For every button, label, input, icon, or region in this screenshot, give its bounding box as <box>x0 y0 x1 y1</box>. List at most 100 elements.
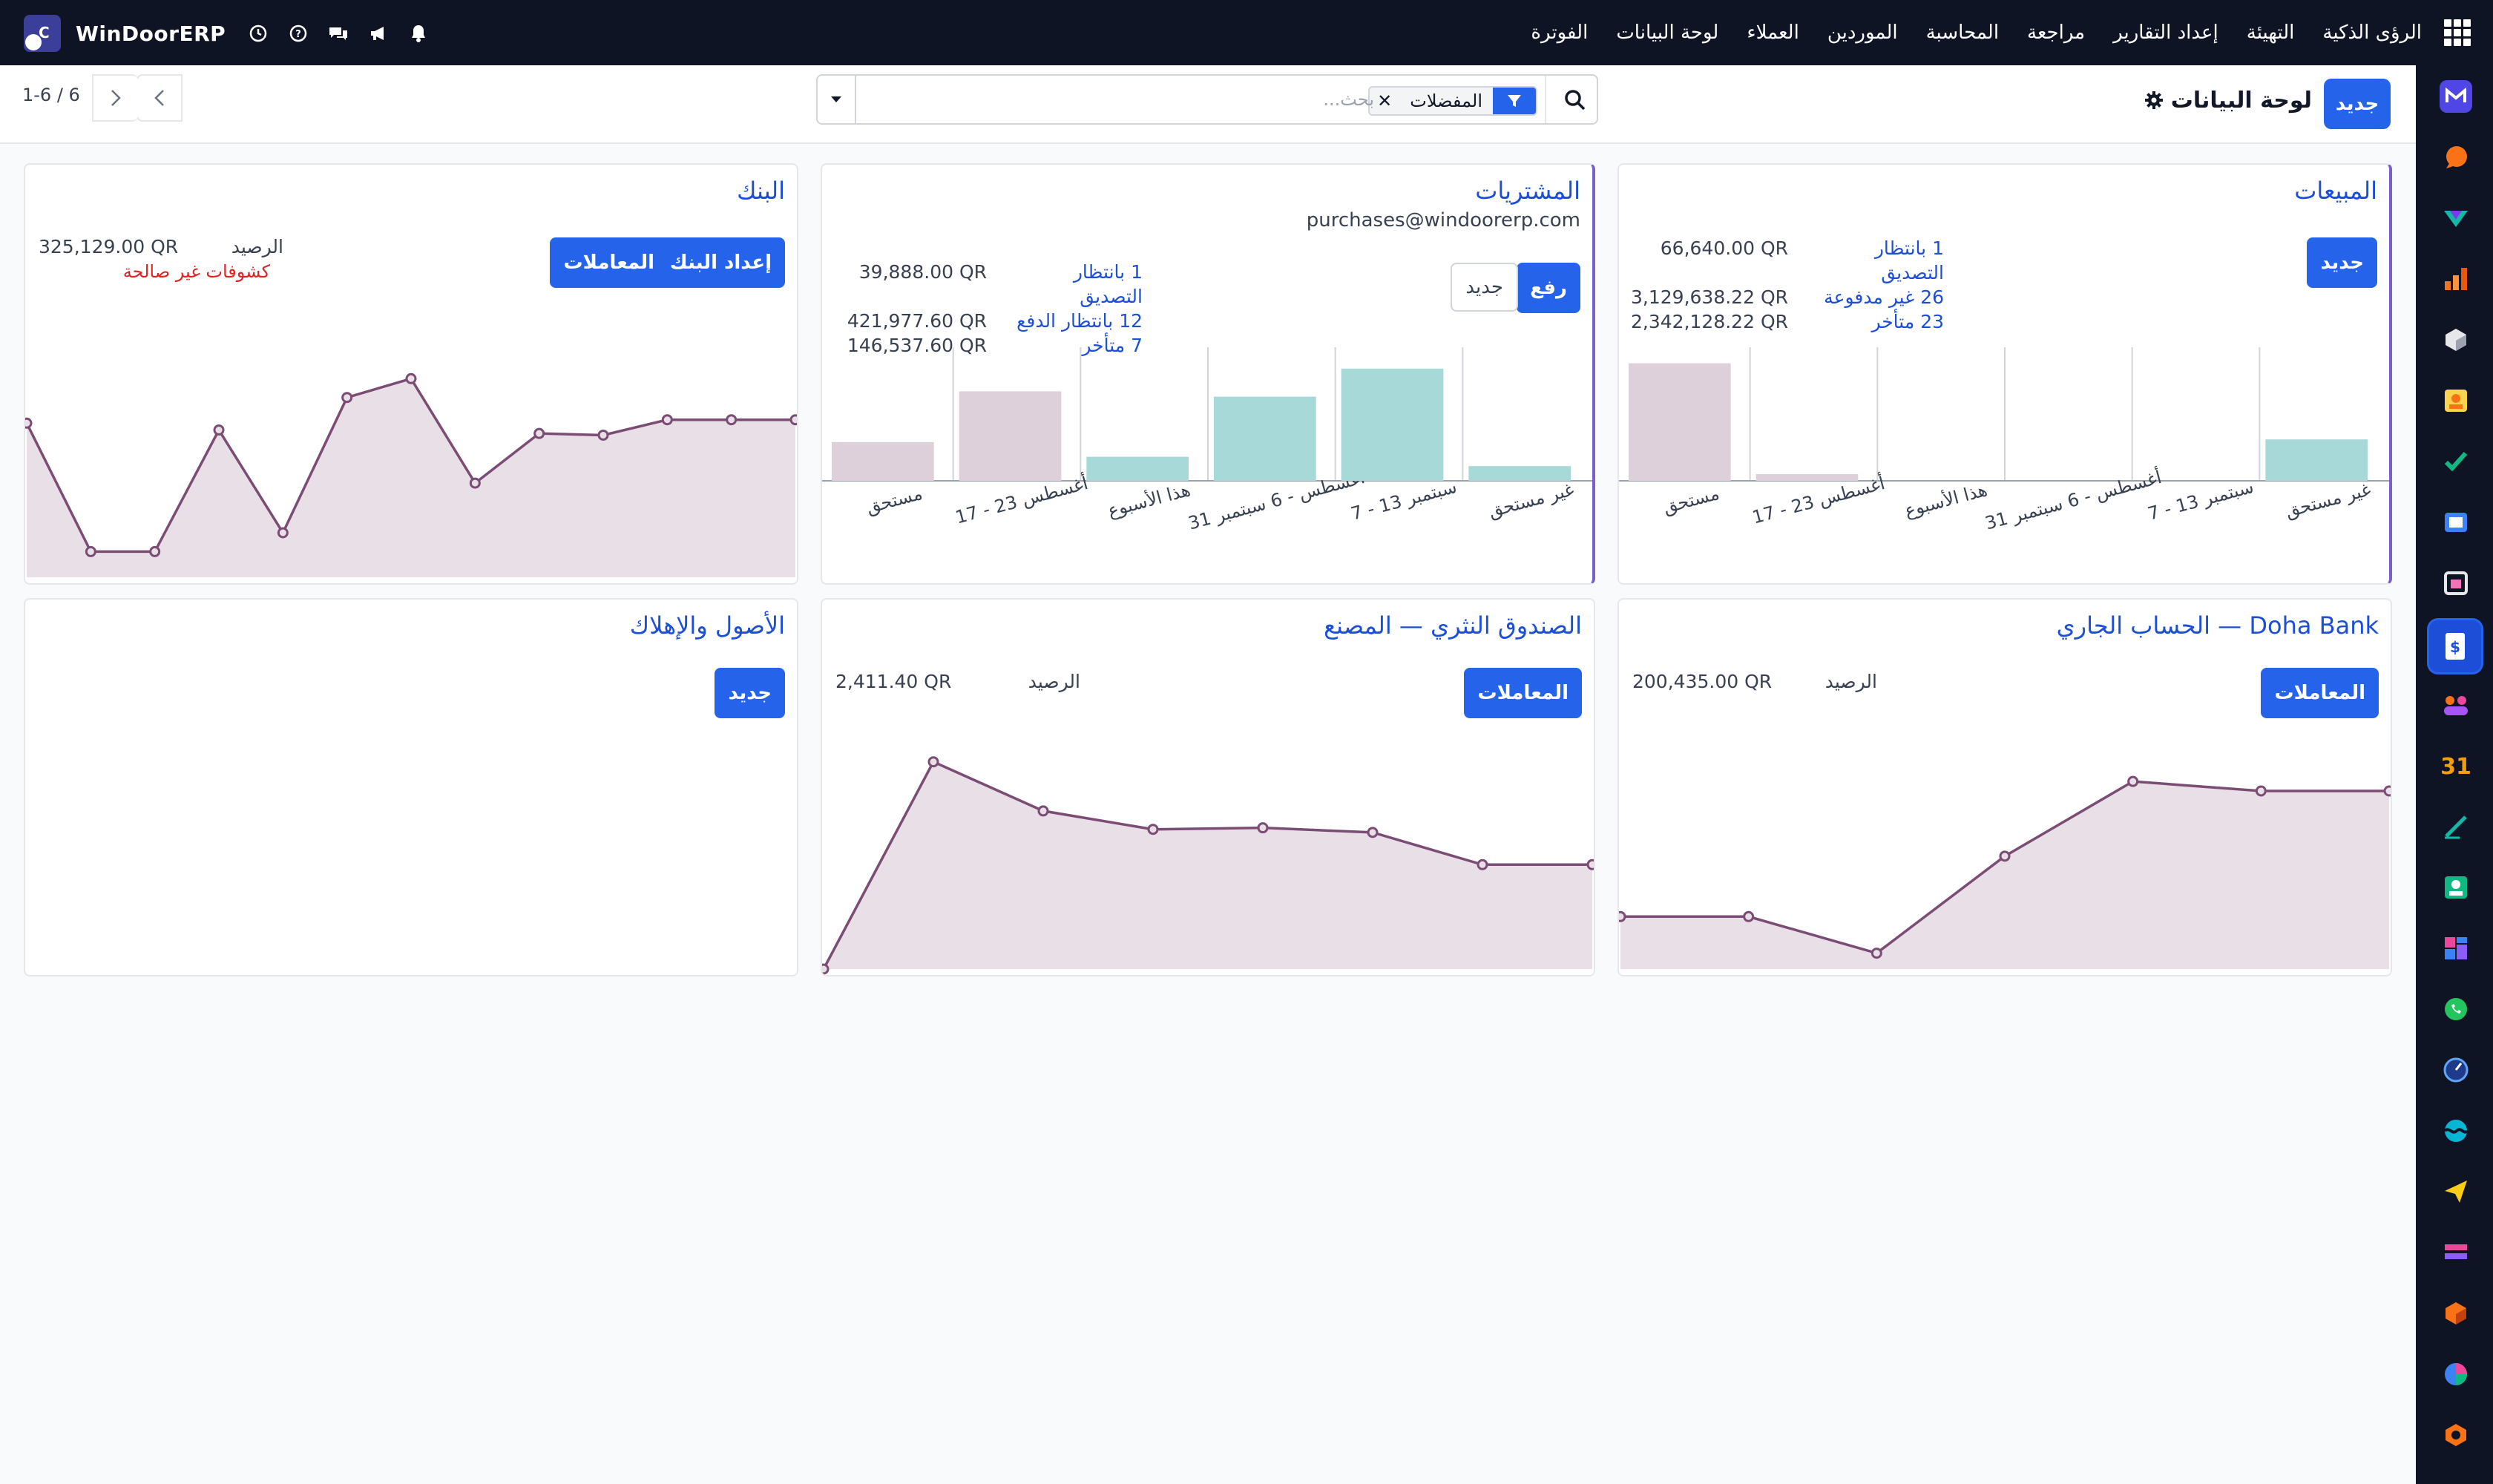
stat-row[interactable]: 12 بانتظار الدفع 421,977.60 QR <box>847 309 1143 333</box>
card-title[interactable]: المشتريات <box>1475 177 1580 205</box>
help-icon[interactable]: ? <box>288 23 309 44</box>
mail-app-icon[interactable] <box>2440 80 2472 113</box>
new-invoice-button[interactable]: جديد <box>2307 237 2377 288</box>
data-point[interactable] <box>789 414 797 426</box>
calendar-app-icon[interactable]: 31 <box>2440 749 2472 782</box>
megaphone-icon[interactable] <box>368 23 389 44</box>
chat-bubble-app-icon[interactable] <box>2440 141 2472 174</box>
data-point[interactable] <box>85 545 96 557</box>
pager-next-button[interactable] <box>92 74 138 122</box>
search-input[interactable] <box>929 85 1374 114</box>
bank-setup-button[interactable]: إعداد البنك <box>656 237 785 288</box>
tasks-app-icon[interactable] <box>2440 445 2472 478</box>
data-point[interactable] <box>1257 822 1269 834</box>
data-point[interactable] <box>2255 785 2267 797</box>
data-point[interactable] <box>726 414 738 426</box>
paper-plane-app-icon[interactable] <box>2440 1175 2472 1208</box>
bar[interactable] <box>1341 368 1444 481</box>
stat-row[interactable]: 26 غير مدفوعة 3,129,638.22 QR <box>1631 285 1944 309</box>
menu-item-invoicing[interactable]: الفوترة <box>1531 22 1588 44</box>
data-point[interactable] <box>405 372 417 384</box>
data-point[interactable] <box>1147 824 1159 835</box>
transactions-button[interactable]: المعاملات <box>550 237 668 288</box>
transactions-button[interactable]: المعاملات <box>2261 668 2379 718</box>
bar[interactable] <box>2265 439 2368 481</box>
data-point[interactable] <box>277 527 289 539</box>
dashboard-app-icon[interactable] <box>2440 932 2472 965</box>
bar[interactable] <box>1468 466 1571 481</box>
menu-item-reporting[interactable]: إعداد التقارير <box>2113 22 2218 44</box>
bell-icon[interactable] <box>408 23 429 44</box>
company-logo-icon[interactable]: C <box>24 15 61 52</box>
sign-app-icon[interactable] <box>2440 810 2472 843</box>
facet-remove-icon[interactable]: ✕ <box>1370 88 1400 114</box>
wave-app-icon[interactable] <box>2440 1114 2472 1147</box>
layers-app-icon[interactable] <box>2440 1236 2472 1269</box>
gear-icon[interactable] <box>2144 91 2164 113</box>
accounting-app-icon[interactable] <box>2440 202 2472 234</box>
employees-app-icon[interactable] <box>2440 689 2472 721</box>
stat-row[interactable]: 1 بانتظار التصديق 39,888.00 QR <box>847 260 1143 309</box>
search-options-toggle[interactable] <box>818 76 856 123</box>
knowledge-app-icon[interactable] <box>2440 506 2472 539</box>
bar[interactable] <box>1755 474 1859 481</box>
upload-button[interactable]: رفع <box>1517 263 1580 313</box>
transactions-button[interactable]: المعاملات <box>1464 668 1582 718</box>
card-title[interactable]: Doha Bank — الحساب الجاري <box>2057 611 2379 640</box>
data-point[interactable] <box>1477 858 1488 870</box>
card-title[interactable]: الأصول والإهلاك <box>630 611 785 640</box>
data-point[interactable] <box>533 427 545 439</box>
new-button[interactable]: جديد <box>2324 79 2391 129</box>
hexagon-app-icon[interactable] <box>2440 1419 2472 1451</box>
data-point[interactable] <box>1870 948 1882 959</box>
data-point[interactable] <box>927 756 939 768</box>
data-point[interactable] <box>1743 910 1755 922</box>
profile-app-icon[interactable] <box>2440 871 2472 904</box>
gauge-app-icon[interactable] <box>2440 1054 2472 1086</box>
data-point[interactable] <box>2383 785 2391 797</box>
data-point[interactable] <box>1037 805 1049 817</box>
search-icon[interactable] <box>1564 89 1586 114</box>
clock-icon[interactable] <box>248 23 269 44</box>
bar[interactable] <box>1214 396 1316 481</box>
data-point[interactable] <box>1367 827 1379 838</box>
menu-item-dashboard[interactable]: لوحة البيانات <box>1616 22 1718 44</box>
bar[interactable] <box>959 391 1062 481</box>
data-point[interactable] <box>822 963 830 975</box>
menu-item-accounting[interactable]: المحاسبة <box>1926 22 1999 44</box>
data-point[interactable] <box>1619 910 1626 922</box>
stat-row[interactable]: 1 بانتظار التصديق 66,640.00 QR <box>1631 236 1944 285</box>
data-point[interactable] <box>661 414 673 426</box>
menu-item-configuration[interactable]: التهيئة <box>2247 22 2295 44</box>
data-point[interactable] <box>597 429 609 441</box>
card-title[interactable]: الصندوق النثري — المصنع <box>1324 611 1582 640</box>
favorites-facet[interactable]: المفضلات ✕ <box>1368 86 1537 116</box>
pie-app-icon[interactable] <box>2440 1358 2472 1391</box>
reports-app-icon[interactable] <box>2440 263 2472 295</box>
card-title[interactable]: المبيعات <box>2294 177 2377 205</box>
bar[interactable] <box>1629 363 1731 481</box>
inventory-app-icon[interactable] <box>2440 324 2472 356</box>
data-point[interactable] <box>149 545 161 557</box>
chat-icon[interactable] <box>328 23 349 44</box>
data-point[interactable] <box>25 417 33 429</box>
stat-row[interactable]: 23 متأخر 2,342,128.22 QR <box>1631 309 1944 334</box>
data-point[interactable] <box>1999 850 2011 862</box>
cube-app-icon[interactable] <box>2440 1297 2472 1330</box>
data-point[interactable] <box>1586 858 1594 870</box>
card-title[interactable]: البنك <box>737 177 785 205</box>
data-point[interactable] <box>469 477 481 489</box>
menu-item-vendors[interactable]: الموردين <box>1827 22 1898 44</box>
menu-item-review[interactable]: مراجعة <box>2027 22 2085 44</box>
whatsapp-app-icon[interactable] <box>2440 993 2472 1025</box>
app-grid-icon[interactable] <box>2444 19 2471 46</box>
data-point[interactable] <box>213 424 225 436</box>
box-app-icon[interactable] <box>2440 567 2472 600</box>
menu-item-smart-insights[interactable]: الرؤى الذكية <box>2322 22 2422 44</box>
pager-previous-button[interactable] <box>137 74 183 122</box>
new-bill-button[interactable]: جديد <box>1451 263 1518 312</box>
new-asset-button[interactable]: جديد <box>715 668 785 718</box>
bar[interactable] <box>832 441 934 481</box>
bar[interactable] <box>1086 456 1189 481</box>
data-point[interactable] <box>341 392 353 404</box>
